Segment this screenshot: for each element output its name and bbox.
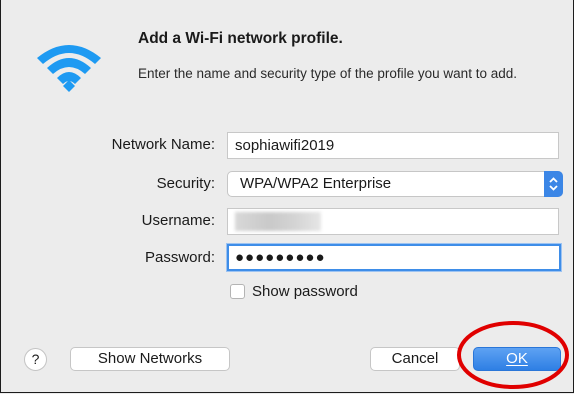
password-label: Password: xyxy=(144,249,215,266)
ok-button-label: OK xyxy=(506,350,528,367)
redacted-username xyxy=(235,212,321,231)
help-button[interactable]: ? xyxy=(24,348,47,371)
cancel-button[interactable]: Cancel xyxy=(370,347,460,371)
select-arrows-icon xyxy=(544,171,563,197)
show-password-checkbox[interactable] xyxy=(230,284,245,299)
security-select[interactable]: WPA/WPA2 Enterprise xyxy=(227,171,563,197)
show-password-label[interactable]: Show password xyxy=(252,283,358,300)
username-label: Username: xyxy=(141,212,215,229)
network-name-label: Network Name: xyxy=(111,136,215,153)
dialog-subtitle: Enter the name and security type of the … xyxy=(138,66,517,81)
username-field[interactable] xyxy=(227,208,559,235)
wifi-icon xyxy=(37,45,101,92)
password-field[interactable]: ●●●●●●●●● xyxy=(227,244,561,271)
security-select-value: WPA/WPA2 Enterprise xyxy=(240,175,392,192)
dialog-title: Add a Wi-Fi network profile. xyxy=(138,30,343,47)
security-label: Security: xyxy=(156,175,215,192)
password-value: ●●●●●●●●● xyxy=(235,249,326,266)
network-name-field[interactable]: sophiawifi2019 xyxy=(227,132,559,159)
ok-button[interactable]: OK xyxy=(473,347,561,371)
show-networks-button[interactable]: Show Networks xyxy=(70,347,230,371)
wifi-profile-dialog: Add a Wi-Fi network profile. Enter the n… xyxy=(0,0,574,393)
